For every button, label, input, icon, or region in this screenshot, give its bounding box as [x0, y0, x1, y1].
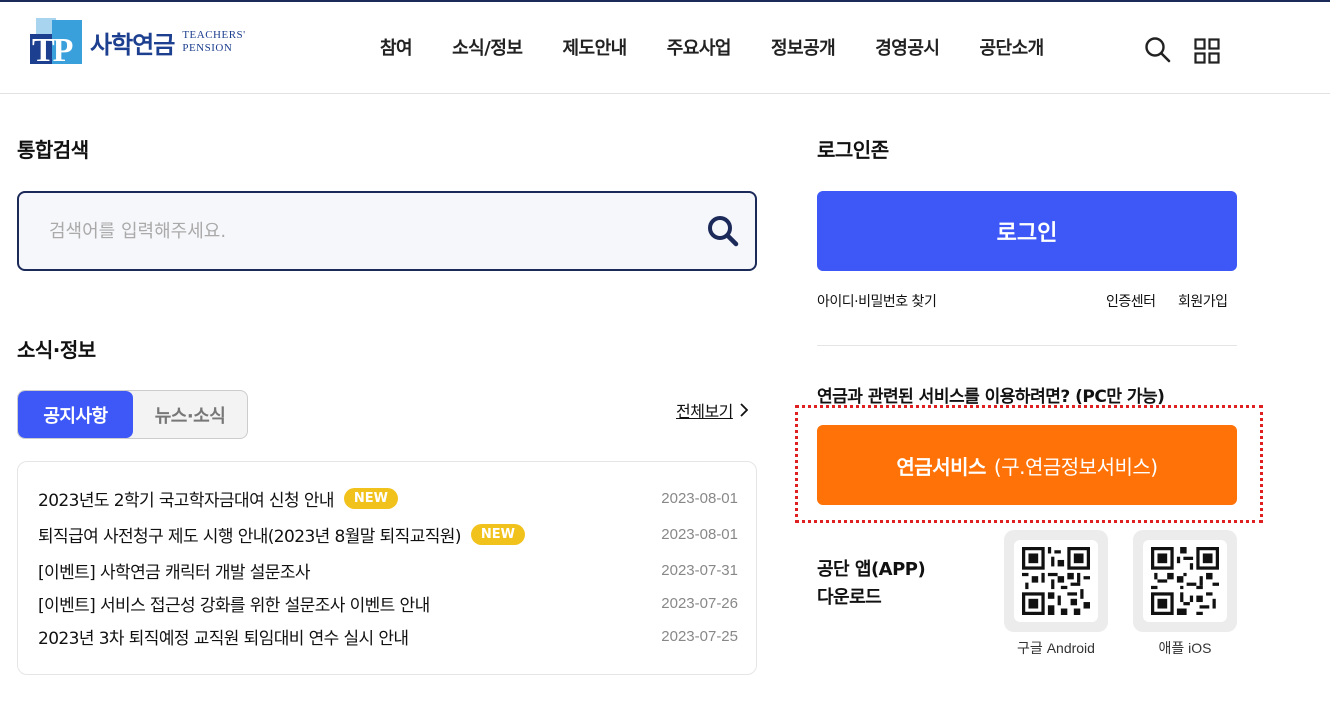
site-header: TP 사학연금 TEACHERS' PENSION 참여 소식/정보 제도안내 …: [0, 2, 1330, 94]
pension-service-question: 연금과 관련된 서비스를 이용하려면? (PC만 가능): [817, 387, 1165, 407]
list-item[interactable]: [이벤트] 사학연금 캐릭터 개발 설문조사 2023-07-31: [38, 556, 738, 584]
new-badge: NEW: [343, 487, 399, 509]
cert-center-link[interactable]: 인증센터: [1106, 291, 1156, 311]
site-logo[interactable]: TP 사학연금 TEACHERS' PENSION: [28, 16, 268, 69]
notice-date: 2023-08-01: [661, 489, 738, 507]
notice-title[interactable]: 2023년 3차 퇴직예정 교직원 퇴임대비 연수 실시 안내: [38, 624, 409, 649]
notice-date: 2023-07-31: [661, 561, 738, 579]
grid-menu-icon[interactable]: [1194, 38, 1220, 64]
find-id-password-link[interactable]: 아이디·비밀번호 찾기: [817, 291, 937, 311]
login-button[interactable]: 로그인: [817, 191, 1237, 271]
main-navigation: 참여 소식/정보 제도안내 주요사업 정보공개 경영공시 공단소개: [380, 34, 1044, 60]
logo-korean-text: 사학연금: [90, 30, 175, 59]
ios-qr-card[interactable]: [1133, 530, 1237, 632]
search-section-title: 통합검색: [17, 138, 89, 162]
signup-link[interactable]: 회원가입: [1178, 291, 1228, 311]
search-box: [17, 191, 757, 271]
news-tabs: 공지사항 뉴스·소식: [17, 390, 248, 439]
nav-item-participation[interactable]: 참여: [380, 34, 413, 60]
notice-title[interactable]: [이벤트] 사학연금 캐릭터 개발 설문조사: [38, 558, 311, 583]
list-item[interactable]: 2023년 3차 퇴직예정 교직원 퇴임대비 연수 실시 안내 2023-07-…: [38, 622, 738, 650]
nav-item-news-info[interactable]: 소식/정보: [452, 34, 523, 60]
nav-item-system-guide[interactable]: 제도안내: [562, 34, 627, 60]
notice-list: 2023년도 2학기 국고학자금대여 신청 안내 NEW 2023-08-01 …: [17, 461, 757, 675]
list-item[interactable]: 2023년도 2학기 국고학자금대여 신청 안내 NEW 2023-08-01: [38, 484, 738, 512]
notice-date: 2023-07-25: [661, 627, 738, 645]
qr-code-icon: [1151, 547, 1219, 615]
search-input[interactable]: [49, 213, 669, 249]
tab-notices[interactable]: 공지사항: [18, 391, 133, 438]
nav-item-info-disclosure[interactable]: 정보공개: [771, 34, 836, 60]
list-item[interactable]: 퇴직급여 사전청구 제도 시행 안내(2023년 8월말 퇴직교직원) NEW …: [38, 520, 738, 548]
qr-code-icon: [1022, 547, 1090, 615]
pension-service-button[interactable]: 연금서비스 (구.연금정보서비스): [817, 425, 1237, 505]
nav-item-about[interactable]: 공단소개: [979, 34, 1044, 60]
search-submit-button[interactable]: [705, 213, 741, 249]
notice-title[interactable]: [이벤트] 서비스 접근성 강화를 위한 설문조사 이벤트 안내: [38, 591, 430, 616]
android-qr-card[interactable]: [1004, 530, 1108, 632]
notice-title[interactable]: 퇴직급여 사전청구 제도 시행 안내(2023년 8월말 퇴직교직원): [38, 522, 461, 547]
magnifier-icon: [708, 216, 739, 247]
nav-item-main-business[interactable]: 주요사업: [667, 34, 732, 60]
view-all-link[interactable]: 전체보기: [676, 398, 748, 422]
news-section-title: 소식·정보: [17, 338, 96, 362]
search-icon[interactable]: [1144, 36, 1172, 64]
tp-logo-icon: TP: [28, 16, 86, 69]
ios-caption: 애플 iOS: [1158, 640, 1212, 656]
new-badge: NEW: [470, 523, 525, 545]
app-download-label: 공단 앱(APP) 다운로드: [817, 559, 926, 608]
android-caption: 구글 Android: [1017, 640, 1095, 656]
tab-news[interactable]: 뉴스·소식: [133, 391, 247, 438]
list-item[interactable]: [이벤트] 서비스 접근성 강화를 위한 설문조사 이벤트 안내 2023-07…: [38, 589, 738, 617]
nav-item-management-disclosure[interactable]: 경영공시: [875, 34, 940, 60]
notice-date: 2023-08-01: [661, 525, 738, 543]
notice-title[interactable]: 2023년도 2학기 국고학자금대여 신청 안내: [38, 486, 335, 511]
chevron-right-icon: [740, 403, 748, 417]
login-zone-title: 로그인존: [817, 138, 889, 162]
logo-english-text: TEACHERS' PENSION: [182, 29, 246, 54]
notice-date: 2023-07-26: [661, 594, 738, 612]
divider: [817, 345, 1237, 346]
